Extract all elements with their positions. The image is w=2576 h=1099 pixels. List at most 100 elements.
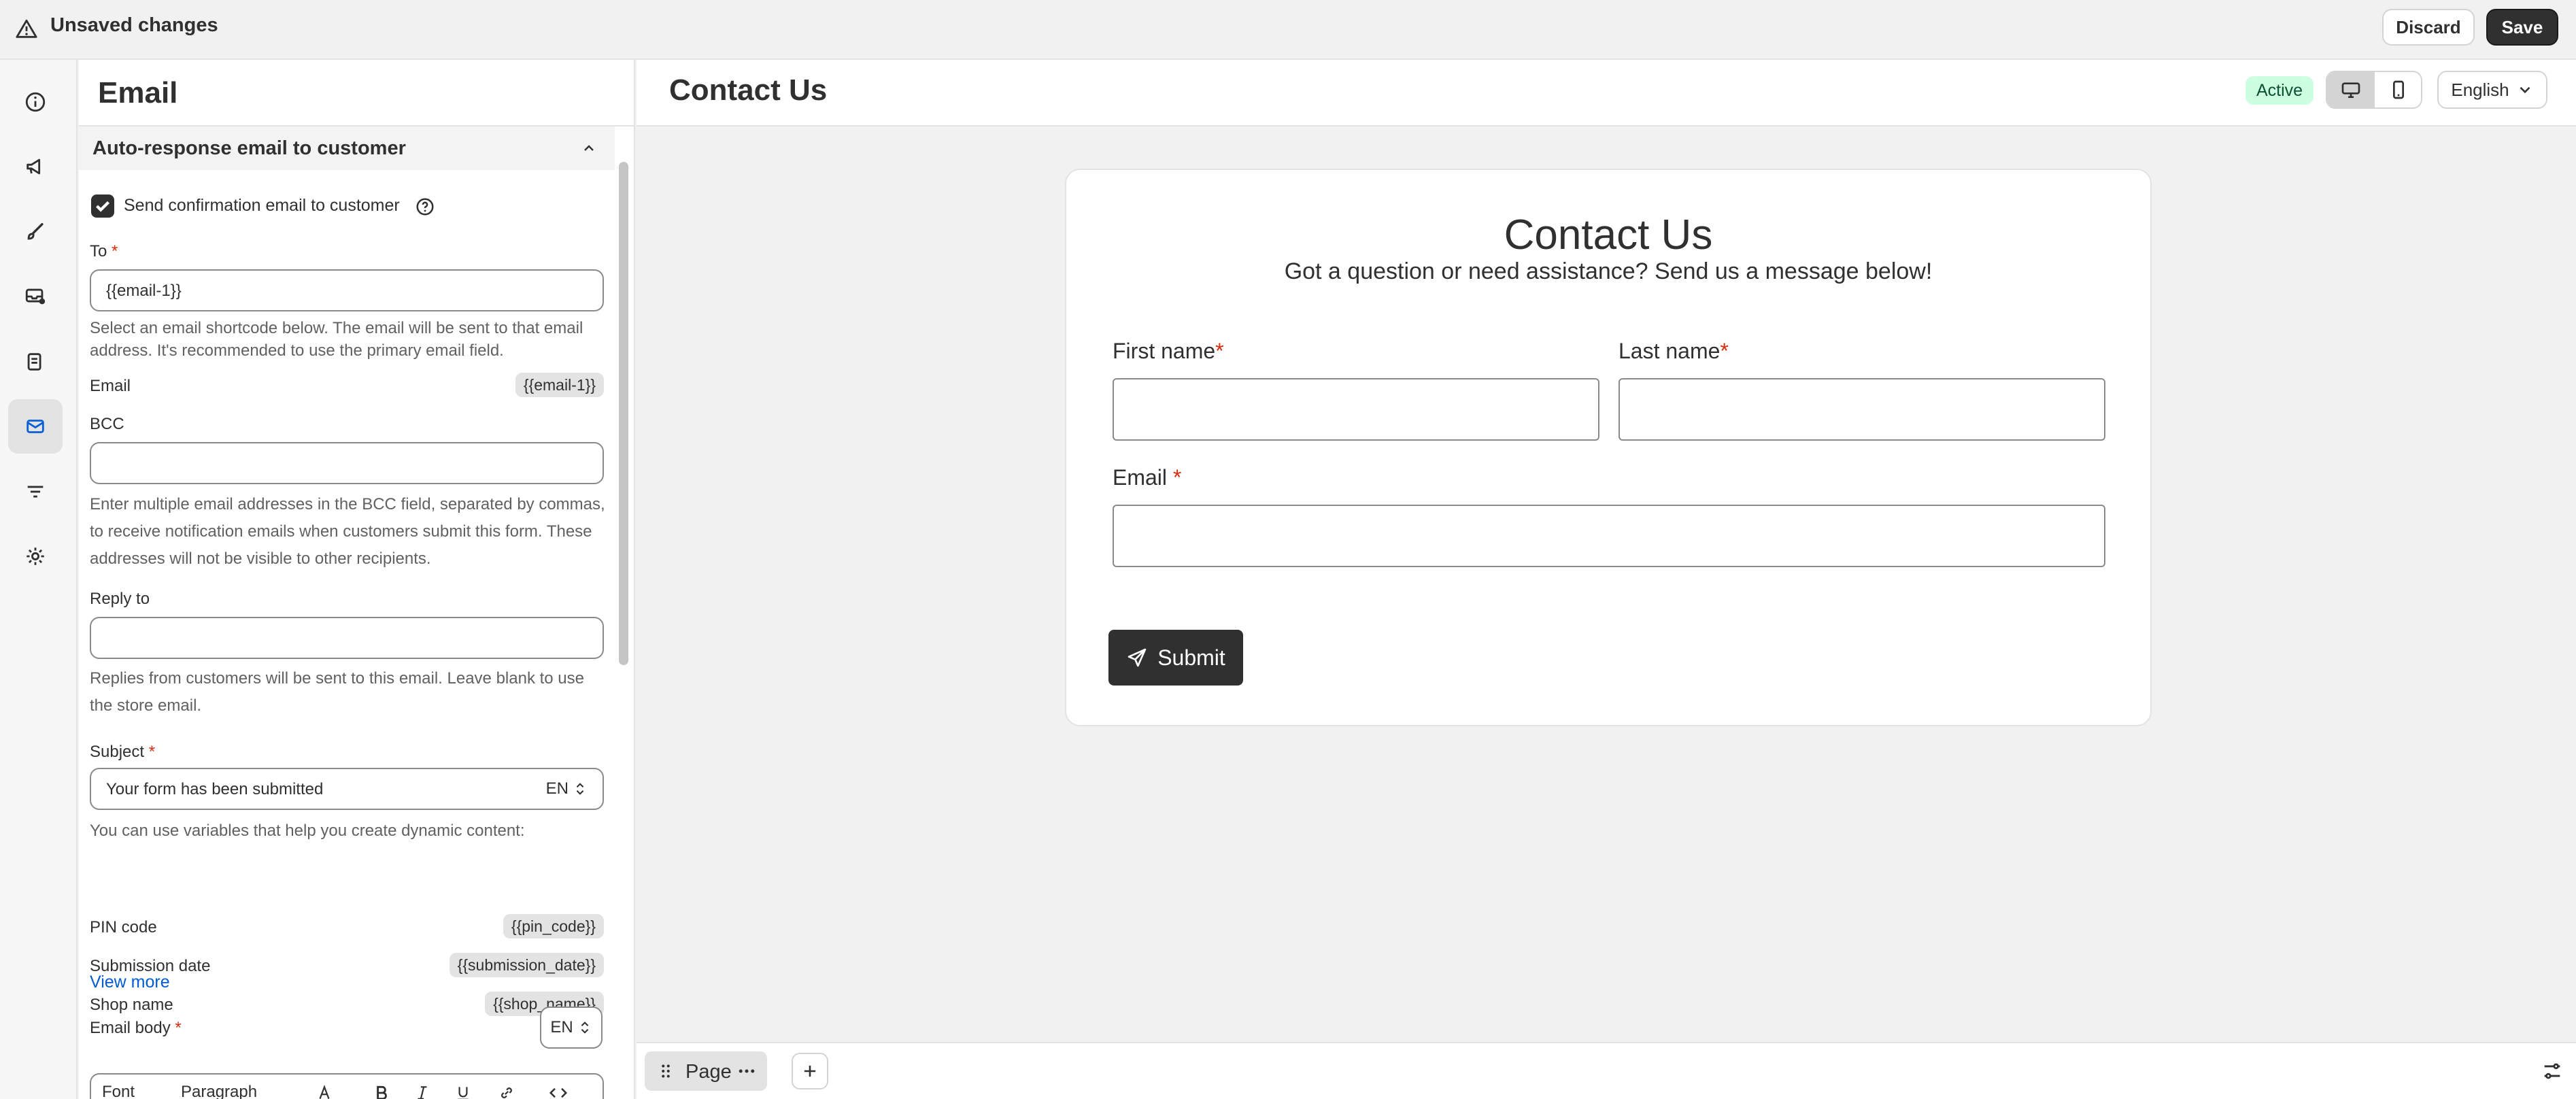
- variable-label: PIN code: [90, 918, 157, 936]
- bcc-label: BCC: [90, 415, 124, 433]
- language-value: English: [2451, 79, 2509, 100]
- select-arrows-icon: [581, 1021, 588, 1034]
- sidebar-item-rules[interactable]: [8, 464, 63, 519]
- chevron-up-icon: [584, 145, 594, 151]
- auto-response-section-header[interactable]: Auto-response email to customer: [79, 126, 615, 170]
- confirmation-checkbox-label: Send confirmation email to customer: [124, 196, 400, 215]
- text-color-icon[interactable]: [316, 1083, 333, 1099]
- select-arrows-icon: [576, 783, 584, 795]
- sidebar-item-settings[interactable]: [8, 529, 63, 584]
- email-body-label: Email body *: [90, 1019, 182, 1038]
- email-label-text: Email: [1113, 465, 1168, 490]
- bcc-input[interactable]: [90, 442, 604, 484]
- send-icon: [1128, 648, 1147, 667]
- sidebar-item-email[interactable]: [8, 399, 63, 454]
- help-circle-icon[interactable]: [415, 197, 435, 217]
- unsaved-changes-bar: Unsaved changes Discard Save: [0, 0, 2576, 60]
- plus-icon: [804, 1065, 816, 1077]
- variables-help-text: You can use variables that help you crea…: [90, 822, 525, 840]
- view-more-link[interactable]: View more: [90, 973, 170, 992]
- variable-row: PIN code {{pin_code}}: [90, 914, 604, 941]
- sidebar-item-design[interactable]: [8, 205, 63, 259]
- save-button[interactable]: Save: [2486, 9, 2558, 46]
- first-name-input[interactable]: [1113, 378, 1599, 441]
- variable-chip[interactable]: {{pin_code}}: [503, 914, 604, 939]
- required-mark: *: [148, 743, 156, 761]
- required-mark: *: [1172, 465, 1182, 490]
- code-icon[interactable]: [548, 1083, 569, 1099]
- mobile-view-button[interactable]: [2375, 72, 2421, 107]
- subject-label: Subject *: [90, 743, 155, 762]
- bcc-help-text: Enter multiple email addresses in the BC…: [90, 495, 605, 568]
- required-mark: *: [175, 1019, 182, 1037]
- variable-label: Shop name: [90, 996, 173, 1014]
- sidebar-rail: [0, 60, 78, 1099]
- email-label: Email *: [1113, 465, 1181, 490]
- drag-handle-icon[interactable]: [656, 1061, 676, 1081]
- to-input[interactable]: {{email-1}}: [90, 269, 604, 311]
- page-tabs-bar: Page: [637, 1042, 2576, 1099]
- megaphone-icon: [27, 158, 41, 175]
- last-name-input[interactable]: [1619, 378, 2105, 441]
- email-body-language-value: EN: [550, 1018, 573, 1036]
- paragraph-dropdown[interactable]: Paragraph: [181, 1083, 257, 1099]
- language-select[interactable]: English: [2437, 71, 2547, 109]
- email-settings-panel: Email Auto-response email to customer Se…: [79, 60, 635, 1099]
- reply-to-help-text: Replies from customers will be sent to t…: [90, 669, 584, 715]
- reply-to-label: Reply to: [90, 590, 150, 608]
- shortcode-label: Email: [90, 377, 131, 395]
- discard-button[interactable]: Discard: [2382, 9, 2475, 46]
- desktop-view-button[interactable]: [2327, 72, 2375, 107]
- receipt-icon: [27, 353, 41, 371]
- chevron-down-icon: [2520, 86, 2530, 94]
- shortcode-row: Email {{email-1}}: [90, 373, 604, 400]
- desktop-icon: [2341, 82, 2360, 98]
- italic-icon[interactable]: [413, 1083, 431, 1099]
- last-name-label: Last name*: [1619, 339, 1729, 364]
- panel-title: Email: [98, 76, 178, 109]
- form-subtitle: Got a question or need assistance? Send …: [1284, 258, 1933, 284]
- gear-icon: [27, 547, 44, 565]
- sidebar-item-submissions[interactable]: [8, 269, 63, 324]
- reply-to-input[interactable]: [90, 617, 604, 659]
- underline-icon[interactable]: [454, 1083, 472, 1099]
- email-icon: [27, 420, 44, 433]
- panel-scrollbar[interactable]: [619, 162, 628, 665]
- sidebar-item-info[interactable]: [8, 75, 63, 129]
- add-page-button[interactable]: [792, 1053, 828, 1089]
- subject-label-text: Subject: [90, 743, 145, 761]
- warning-icon: [16, 19, 37, 38]
- sliders-icon[interactable]: [2541, 1060, 2564, 1083]
- brush-icon: [27, 222, 44, 240]
- page-tab-label: Page: [685, 1061, 732, 1083]
- subject-language-select[interactable]: EN: [546, 779, 588, 798]
- email-body-label-text: Email body: [90, 1019, 171, 1037]
- rich-text-toolbar: Font Paragraph: [90, 1073, 604, 1099]
- variable-chip[interactable]: {{submission_date}}: [449, 953, 604, 977]
- inbox-icon: [25, 288, 46, 305]
- first-name-label-text: First name: [1113, 339, 1216, 363]
- required-mark: *: [1215, 339, 1224, 363]
- required-mark: *: [112, 242, 118, 260]
- more-horizontal-icon[interactable]: [736, 1061, 758, 1081]
- sidebar-item-integrations[interactable]: [8, 335, 63, 389]
- mobile-icon: [2393, 80, 2404, 99]
- submit-button[interactable]: Submit: [1108, 630, 1243, 686]
- confirmation-checkbox[interactable]: [91, 195, 114, 218]
- link-icon[interactable]: [498, 1083, 515, 1099]
- checkmark-icon: [95, 201, 110, 212]
- page-title: Contact Us: [669, 73, 828, 107]
- subject-input[interactable]: Your form has been submitted EN: [90, 768, 604, 810]
- sidebar-item-announcements[interactable]: [8, 139, 63, 194]
- email-body-language-select[interactable]: EN: [540, 1007, 603, 1049]
- font-dropdown[interactable]: Font: [102, 1083, 135, 1099]
- subject-value: Your form has been submitted: [106, 780, 324, 798]
- variable-row: Shop name {{shop_name}}: [90, 992, 604, 1019]
- bold-icon[interactable]: [373, 1083, 390, 1099]
- submit-label: Submit: [1157, 645, 1225, 670]
- device-toggle: [2326, 71, 2422, 109]
- to-label-text: To: [90, 242, 107, 260]
- shortcode-chip[interactable]: {{email-1}}: [515, 373, 604, 397]
- page-tab[interactable]: Page: [645, 1051, 767, 1091]
- email-input[interactable]: [1113, 505, 2105, 567]
